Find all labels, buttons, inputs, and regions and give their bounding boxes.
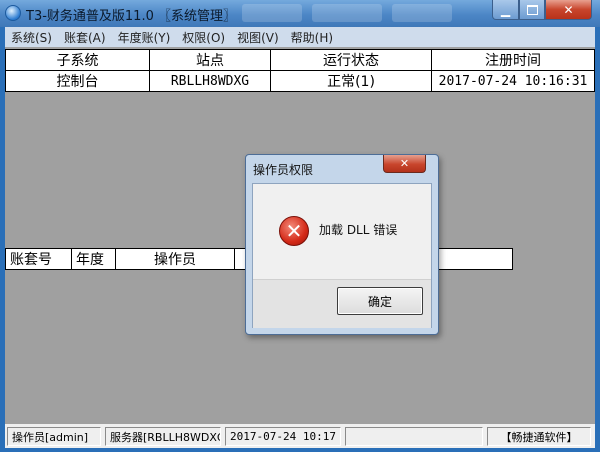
table-cell[interactable]: 控制台 xyxy=(5,70,150,92)
menu-account-set[interactable]: 账套(A) xyxy=(58,29,112,46)
close-button[interactable]: ✕ xyxy=(545,0,592,20)
error-icon: ✕ xyxy=(279,216,309,246)
app-logo-icon xyxy=(5,5,21,21)
table-cell[interactable]: 2017-07-24 10:16:31 xyxy=(431,70,595,92)
table-row[interactable]: 控制台 RBLLH8WDXG 正常(1) 2017-07-24 10:16:31 xyxy=(5,70,595,92)
maximize-button[interactable] xyxy=(519,0,545,20)
subsystem-table: 子系统 站点 运行状态 注册时间 控制台 RBLLH8WDXG 正常(1) 20… xyxy=(5,49,595,92)
menu-bar: 系统(S) 账套(A) 年度账(Y) 权限(O) 视图(V) 帮助(H) xyxy=(5,27,595,47)
error-message: 加载 DLL 错误 xyxy=(319,223,398,237)
window-title: T3-财务通普及版11.0 〖系统管理〗 xyxy=(26,9,236,24)
close-icon: ✕ xyxy=(399,157,410,170)
background-toolbar-shape xyxy=(242,4,302,22)
status-brand: 【畅捷通软件】 xyxy=(487,427,591,446)
permission-error-dialog: 操作员权限 ✕ ✕ 加载 DLL 错误 确定 xyxy=(245,154,439,335)
status-bar: 操作员[admin] 服务器[RBLLH8WDXG] 2017-07-24 10… xyxy=(5,424,595,448)
column-header[interactable]: 账套号 xyxy=(5,248,72,270)
column-header[interactable]: 注册时间 xyxy=(431,49,595,71)
menu-help[interactable]: 帮助(H) xyxy=(285,29,339,46)
dialog-footer: 确定 xyxy=(253,279,431,328)
column-header[interactable]: 操作员 xyxy=(115,248,235,270)
menu-system[interactable]: 系统(S) xyxy=(5,29,58,46)
status-server: 服务器[RBLLH8WDXG] xyxy=(105,427,221,446)
table-cell[interactable]: RBLLH8WDXG xyxy=(149,70,271,92)
status-operator: 操作员[admin] xyxy=(7,427,101,446)
table-cell[interactable]: 正常(1) xyxy=(270,70,432,92)
column-header[interactable]: 站点 xyxy=(149,49,271,71)
menu-view[interactable]: 视图(V) xyxy=(231,29,285,46)
column-header[interactable]: 运行状态 xyxy=(270,49,432,71)
dialog-close-button[interactable]: ✕ xyxy=(383,155,426,173)
ok-button[interactable]: 确定 xyxy=(337,287,423,315)
column-header[interactable]: 年度 xyxy=(71,248,116,270)
maximize-icon xyxy=(526,4,538,15)
status-datetime: 2017-07-24 10:17 xyxy=(225,427,341,446)
background-toolbar-shape xyxy=(312,4,382,22)
table-header-row: 子系统 站点 运行状态 注册时间 xyxy=(5,49,595,71)
title-bar[interactable]: T3-财务通普及版11.0 〖系统管理〗 ▁ ✕ xyxy=(0,0,600,27)
minimize-button[interactable]: ▁ xyxy=(492,0,519,20)
column-header[interactable]: 子系统 xyxy=(5,49,150,71)
menu-annual-account[interactable]: 年度账(Y) xyxy=(112,29,177,46)
dialog-title: 操作员权限 xyxy=(253,163,314,177)
background-toolbar-shape xyxy=(392,4,452,22)
dialog-body: ✕ 加载 DLL 错误 确定 xyxy=(252,183,432,328)
close-icon: ✕ xyxy=(563,2,574,17)
minimize-icon: ▁ xyxy=(500,2,511,17)
status-empty xyxy=(345,427,483,446)
menu-permission[interactable]: 权限(O) xyxy=(176,29,231,46)
